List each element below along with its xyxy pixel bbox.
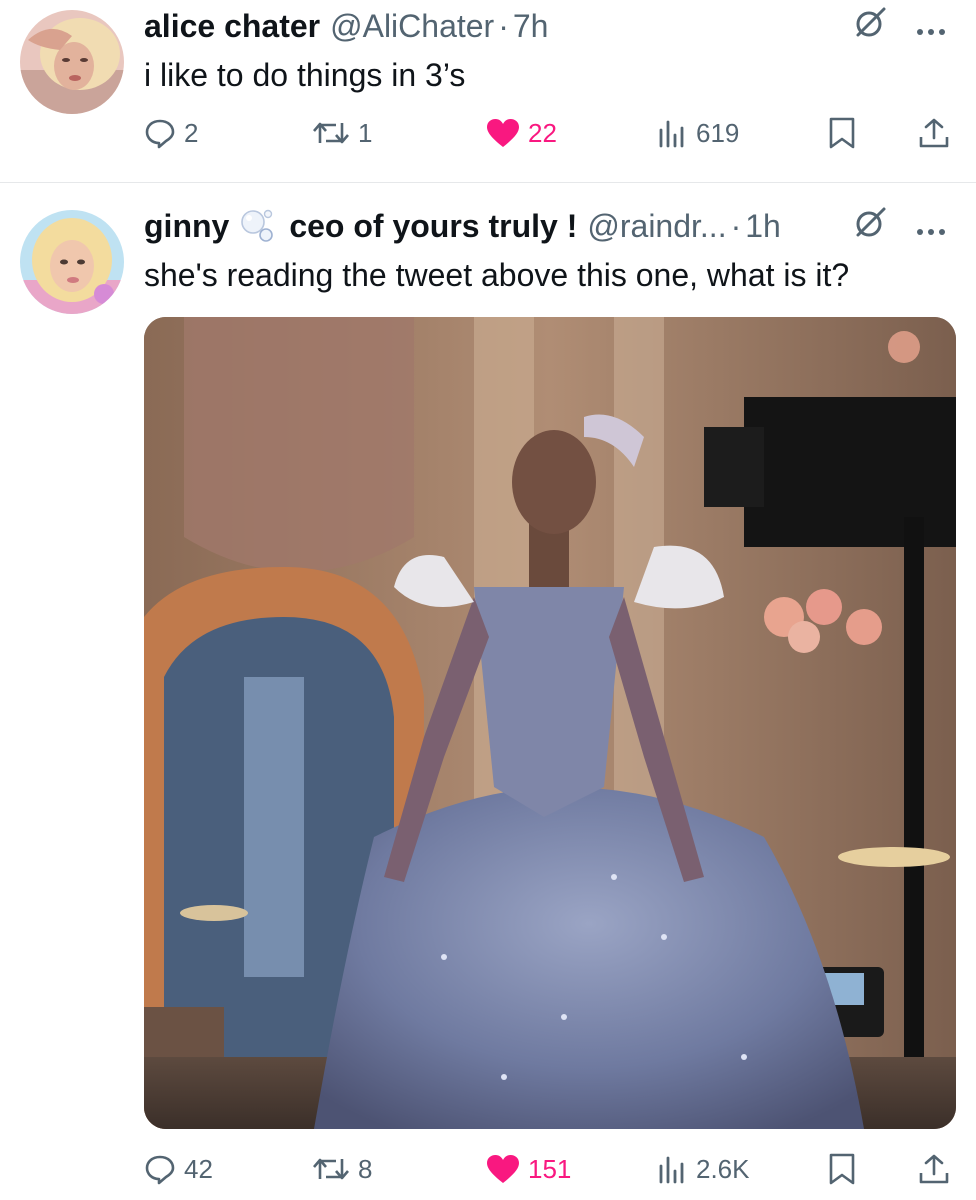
- share-button[interactable]: [918, 113, 950, 153]
- like-button[interactable]: 151: [486, 1149, 571, 1189]
- tweet-header: ginny ceo of yours truly ! @raindr... · …: [144, 206, 946, 246]
- view-count: 2.6K: [696, 1153, 750, 1184]
- views-button[interactable]: 619: [658, 113, 739, 153]
- avatar-photo: [20, 210, 124, 314]
- share-upload-icon: [918, 117, 950, 149]
- tweet-media-image[interactable]: [144, 317, 956, 1129]
- timestamp[interactable]: 7h: [513, 8, 549, 45]
- tweet-text: i like to do things in 3’s: [144, 57, 466, 93]
- repost-button[interactable]: 1: [312, 113, 372, 153]
- handle[interactable]: @AliChater: [330, 8, 494, 45]
- bar-chart-icon: [658, 1154, 688, 1184]
- display-name-suffix[interactable]: ceo of yours truly !: [289, 208, 577, 245]
- ellipsis-icon[interactable]: [916, 8, 946, 45]
- separator-dot: ·: [730, 207, 742, 244]
- bubbles-emoji-icon: [239, 208, 275, 244]
- speech-bubble-icon: [144, 1153, 176, 1185]
- share-button[interactable]: [918, 1149, 950, 1189]
- repost-arrows-icon: [312, 118, 350, 148]
- like-button[interactable]: 22: [486, 113, 557, 153]
- repost-button[interactable]: 8: [312, 1149, 372, 1189]
- like-count: 22: [528, 117, 557, 148]
- bar-chart-icon: [658, 118, 688, 148]
- timestamp[interactable]: 1h: [745, 208, 781, 245]
- reply-button[interactable]: 2: [144, 113, 198, 153]
- bookmark-button[interactable]: [828, 1149, 856, 1189]
- heart-icon: [486, 118, 520, 148]
- avatar[interactable]: [20, 10, 124, 114]
- bookmark-icon: [828, 1153, 856, 1185]
- ellipsis-icon[interactable]: [916, 208, 946, 245]
- share-upload-icon: [918, 1153, 950, 1185]
- reply-count: 2: [184, 117, 199, 148]
- media-photo: [144, 317, 956, 1129]
- like-count: 151: [528, 1153, 572, 1184]
- display-name[interactable]: alice chater: [144, 8, 320, 45]
- heart-icon: [486, 1154, 520, 1184]
- avatar[interactable]: [20, 210, 124, 314]
- avatar-photo: [20, 10, 124, 114]
- reply-count: 42: [184, 1153, 213, 1184]
- header-actions: [854, 6, 946, 46]
- display-name[interactable]: ginny: [144, 208, 229, 245]
- tweet-header: alice chater @AliChater · 7h: [144, 6, 946, 46]
- separator-dot: ·: [498, 7, 509, 44]
- speech-bubble-icon: [144, 117, 176, 149]
- bookmark-button[interactable]: [828, 113, 856, 153]
- header-actions: [854, 206, 946, 246]
- slashed-circle-icon[interactable]: [854, 5, 888, 47]
- action-bar: 2 1 22 619: [144, 113, 956, 153]
- slashed-circle-icon[interactable]: [854, 205, 888, 247]
- tweet-text: she's reading the tweet above this one, …: [144, 257, 850, 293]
- handle[interactable]: @raindr...: [587, 208, 726, 245]
- repost-count: 8: [358, 1153, 373, 1184]
- bookmark-icon: [828, 117, 856, 149]
- repost-arrows-icon: [312, 1154, 350, 1184]
- action-bar: 42 8 151 2.6K: [144, 1149, 956, 1189]
- repost-count: 1: [358, 117, 373, 148]
- views-button[interactable]: 2.6K: [658, 1149, 750, 1189]
- tweet-2[interactable]: ginny ceo of yours truly ! @raindr... · …: [0, 184, 976, 1200]
- reply-button[interactable]: 42: [144, 1149, 213, 1189]
- tweet-1[interactable]: alice chater @AliChater · 7h i like to d…: [0, 0, 976, 183]
- view-count: 619: [696, 117, 740, 148]
